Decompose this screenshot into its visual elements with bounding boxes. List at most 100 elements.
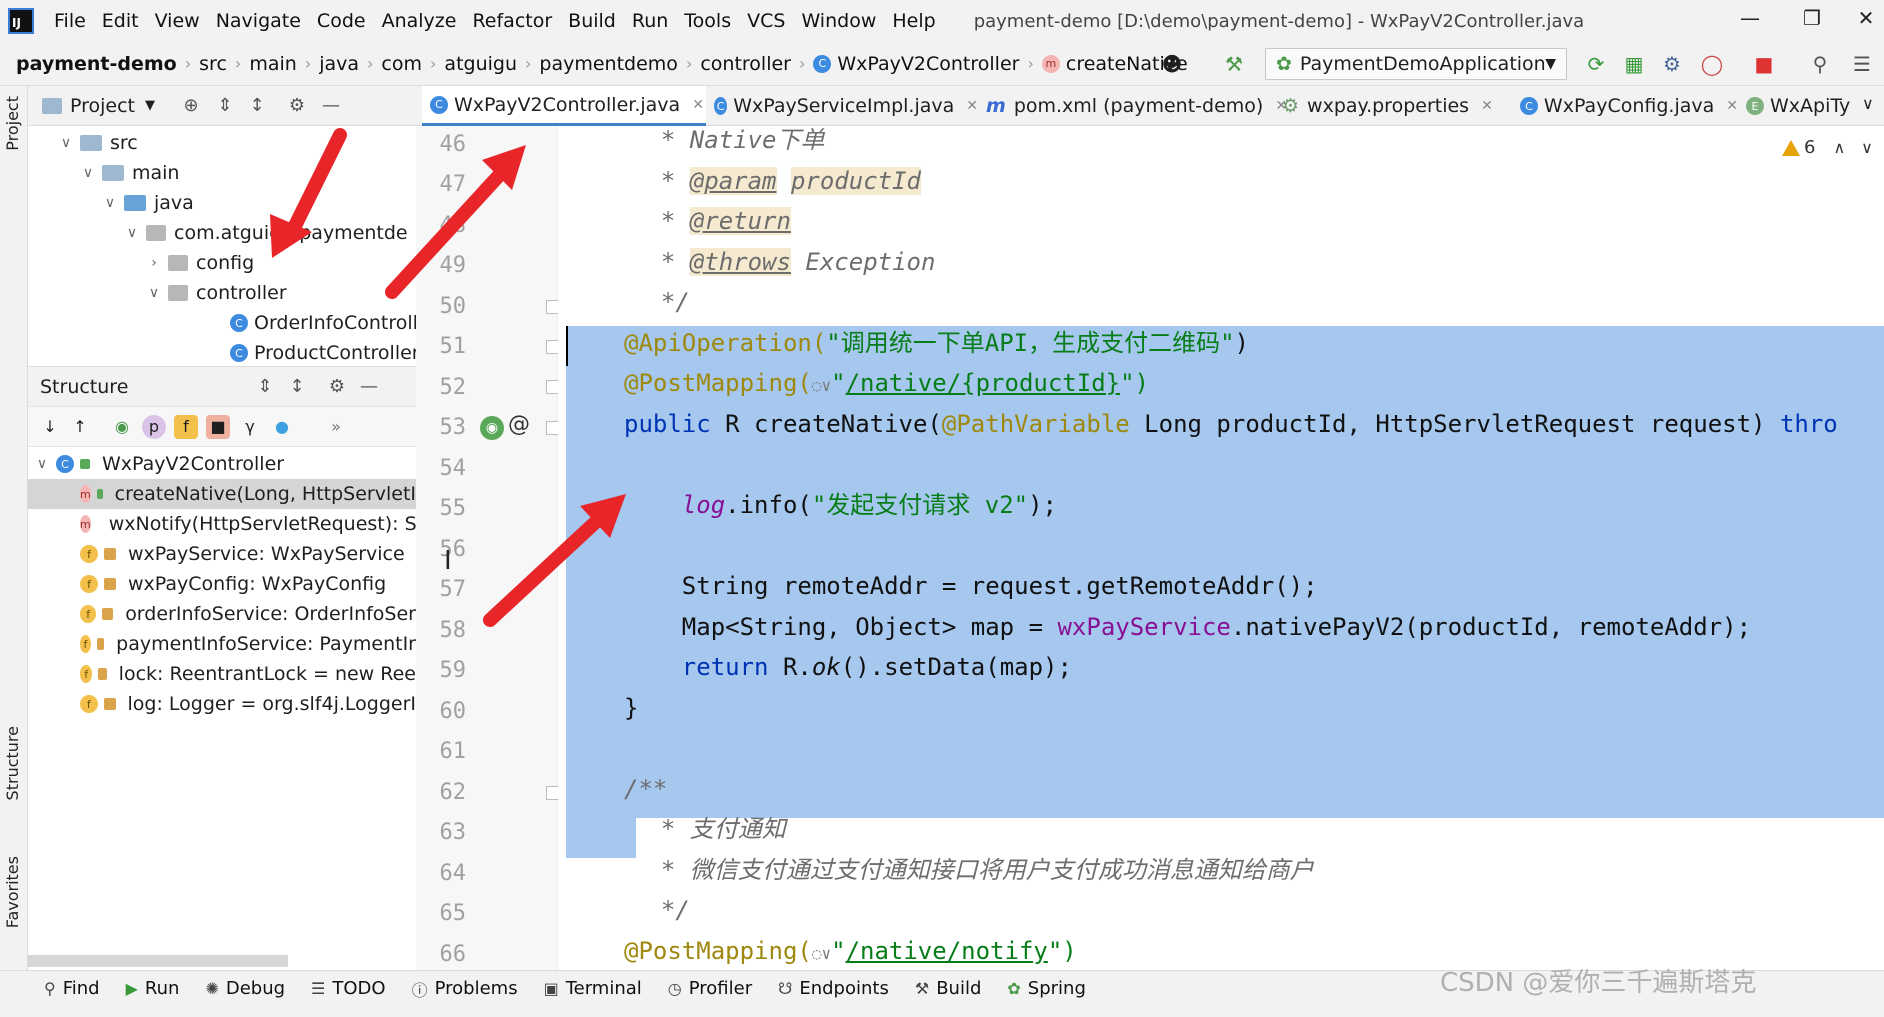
tool-terminal[interactable]: ▣ Terminal — [544, 978, 642, 999]
close-tab-icon[interactable]: ✕ — [692, 97, 704, 113]
restore-icon[interactable]: ❐ — [1792, 6, 1832, 36]
hide-icon[interactable]: — — [320, 95, 342, 117]
menu-code[interactable]: Code — [309, 10, 374, 32]
menu-build[interactable]: Build — [560, 10, 624, 32]
tool-debug[interactable]: ✺ Debug — [205, 978, 285, 999]
show-properties-icon[interactable]: p — [142, 415, 166, 439]
endpoint-gutter-icon[interactable]: ◉ — [480, 416, 504, 440]
structure-root[interactable]: ∨ C WxPayV2Controller — [28, 449, 416, 479]
menu-file[interactable]: File — [46, 10, 94, 32]
coverage-icon[interactable]: ▦ — [1622, 52, 1646, 76]
tab-wxpayconfig[interactable]: C WxPayConfig.java ✕ — [1512, 86, 1738, 126]
tab-wxpay-properties[interactable]: ⚙ wxpay.properties ✕ — [1274, 86, 1512, 126]
tree-item-main[interactable]: ∨ main — [80, 158, 180, 188]
menu-view[interactable]: View — [147, 10, 208, 32]
chevron-down-icon[interactable]: ▼ — [145, 98, 155, 113]
tool-todo[interactable]: ☰ TODO — [311, 978, 386, 999]
menu-analyze[interactable]: Analyze — [374, 10, 465, 32]
menu-navigate[interactable]: Navigate — [208, 10, 309, 32]
more-icon[interactable]: » — [324, 415, 348, 439]
tree-item-config[interactable]: › config — [146, 248, 254, 278]
breadcrumb-src[interactable]: src — [199, 53, 227, 75]
menu-tools[interactable]: Tools — [676, 10, 739, 32]
horizontal-scrollbar[interactable] — [28, 955, 288, 967]
breadcrumb-main[interactable]: main — [249, 53, 296, 75]
tool-run[interactable]: ▶ Run — [126, 978, 180, 999]
tab-structure[interactable]: Structure — [3, 726, 22, 800]
close-tab-icon[interactable]: ✕ — [1481, 98, 1493, 114]
structure-member[interactable]: m wxNotify(HttpServletRequest): S — [28, 509, 416, 539]
breadcrumb-atguigu[interactable]: atguigu — [444, 53, 517, 75]
breadcrumb-java[interactable]: java — [319, 53, 359, 75]
settings-icon[interactable]: ☰ — [1850, 52, 1874, 76]
menu-vcs[interactable]: VCS — [739, 10, 793, 32]
chevron-down-icon[interactable]: ∨ — [1861, 138, 1873, 157]
structure-member[interactable]: f lock: ReentrantLock = new Ree — [28, 659, 416, 689]
menu-run[interactable]: Run — [624, 10, 676, 32]
profile-icon[interactable]: ◯ — [1700, 52, 1724, 76]
tree-item-productcontroller[interactable]: C ProductController — [230, 338, 420, 368]
show-non-public-icon[interactable]: ■ — [206, 415, 230, 439]
tab-wxapitype[interactable]: E WxApiTy — [1738, 86, 1858, 126]
expand-all-icon[interactable]: ⇕ — [214, 95, 236, 117]
tool-endpoints[interactable]: ☋ Endpoints — [778, 978, 889, 999]
breadcrumb-controller[interactable]: controller — [700, 53, 791, 75]
tree-item-package[interactable]: ∨ com.atguigu.paymentde — [124, 218, 408, 248]
globe-icon[interactable]: ◌∨ — [812, 376, 831, 395]
globe-icon[interactable]: ◌∨ — [812, 944, 831, 963]
tool-profiler[interactable]: ◷ Profiler — [668, 978, 752, 999]
menu-window[interactable]: Window — [793, 10, 884, 32]
project-panel-title[interactable]: Project — [70, 95, 135, 117]
collapse-all-icon[interactable]: ↕ — [246, 95, 268, 117]
menu-refactor[interactable]: Refactor — [464, 10, 560, 32]
structure-member[interactable]: m createNative(Long, HttpServletI — [28, 479, 416, 509]
chevron-up-icon[interactable]: ∧ — [1833, 138, 1845, 157]
structure-member[interactable]: f log: Logger = org.slf4j.LoggerI — [28, 689, 416, 719]
expand-all-icon[interactable]: ⇕ — [254, 376, 276, 398]
tool-spring[interactable]: ✿ Spring — [1007, 978, 1086, 999]
show-fields-icon[interactable]: f — [174, 415, 198, 439]
breadcrumb-project[interactable]: payment-demo — [16, 53, 177, 75]
gear-icon[interactable]: ⚙ — [286, 95, 308, 117]
menu-edit[interactable]: Edit — [94, 10, 147, 32]
show-lambdas-icon[interactable]: γ — [238, 415, 262, 439]
sort-visibility-icon[interactable]: ↑ — [68, 415, 92, 439]
menu-help[interactable]: Help — [884, 10, 943, 32]
locate-icon[interactable]: ⊕ — [180, 95, 202, 117]
run-configuration-select[interactable]: ✿ PaymentDemoApplication ▼ — [1265, 48, 1567, 80]
hide-icon[interactable]: — — [358, 376, 380, 398]
tool-problems[interactable]: ⓘ Problems — [412, 977, 518, 1001]
structure-member[interactable]: f paymentInfoService: PaymentIr — [28, 629, 416, 659]
search-icon[interactable]: ⚲ — [1808, 52, 1832, 76]
structure-member[interactable]: f wxPayService: WxPayService — [28, 539, 416, 569]
tree-item-controller[interactable]: ∨ controller — [146, 278, 287, 308]
close-tab-icon[interactable]: ✕ — [966, 98, 978, 114]
tool-find[interactable]: ⚲ Find — [44, 978, 100, 999]
breadcrumb-com[interactable]: com — [381, 53, 422, 75]
tab-favorites[interactable]: Favorites — [3, 856, 22, 928]
tab-wxpayv2controller[interactable]: C WxPayV2Controller.java ✕ — [422, 86, 706, 126]
tab-wxpayserviceimpl[interactable]: C WxPayServiceImpl.java ✕ — [706, 86, 978, 126]
autoscroll-icon[interactable]: ● — [270, 415, 294, 439]
tree-item-src[interactable]: ∨ src — [58, 128, 138, 158]
debug-icon[interactable]: ⚙ — [1660, 52, 1684, 76]
collapse-all-icon[interactable]: ↕ — [286, 376, 308, 398]
sort-alpha-icon[interactable]: ↓ — [38, 415, 62, 439]
show-inherited-icon[interactable]: ◉ — [110, 415, 134, 439]
close-icon[interactable]: ✕ — [1846, 6, 1884, 36]
breadcrumb-class[interactable]: C WxPayV2Controller — [813, 53, 1019, 75]
annotation-gutter-icon[interactable]: @ — [508, 412, 530, 437]
close-tab-icon[interactable]: ✕ — [1726, 98, 1738, 114]
structure-member[interactable]: f wxPayConfig: WxPayConfig — [28, 569, 416, 599]
tree-item-orderinfocontroller[interactable]: C OrderInfoControll — [230, 308, 418, 338]
build-hammer-icon[interactable]: ⚒ — [1222, 52, 1246, 76]
tab-project[interactable]: Project — [3, 96, 22, 151]
code-editor[interactable]: * Native下单 * @param productId * @return … — [558, 126, 1884, 970]
inspection-widget[interactable]: 6 ∧ ∨ — [1782, 137, 1873, 158]
rerun-icon[interactable]: ⟳ — [1584, 52, 1608, 76]
tree-item-java[interactable]: ∨ java — [102, 188, 194, 218]
structure-member[interactable]: f orderInfoService: OrderInfoSer — [28, 599, 416, 629]
user-icon[interactable]: ☻ — [1160, 52, 1184, 76]
minimize-icon[interactable]: — — [1730, 6, 1770, 36]
breadcrumb-paymentdemo[interactable]: paymentdemo — [539, 53, 678, 75]
